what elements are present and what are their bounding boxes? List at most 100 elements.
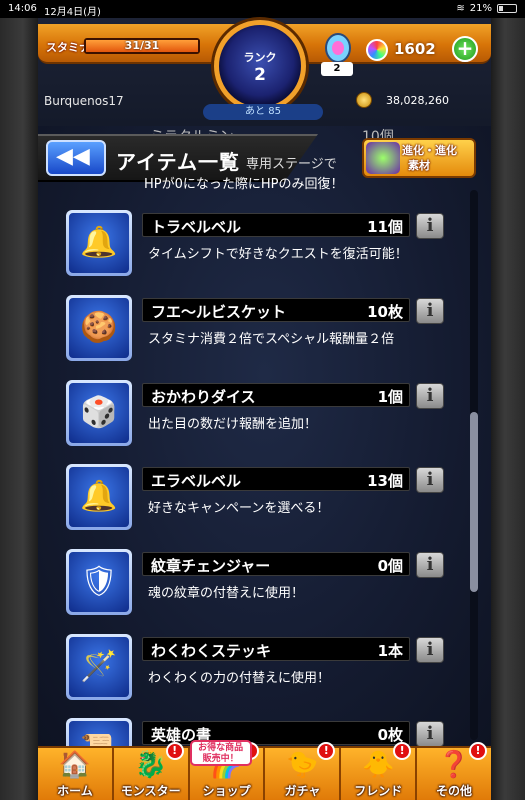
evolution-label-line2: 素材 [408, 159, 430, 172]
item-row-okawari-dice[interactable]: 🎲 おかわりダイス 1個 i 出た目の数だけ報酬を追加！ [66, 380, 450, 446]
ghost-item-desc-2: HPが0になった際にHPのみ回復！ [144, 177, 344, 192]
rank-label: ランク [243, 51, 277, 64]
item-name: 紋章チェンジャー [151, 557, 271, 575]
erabel-bell-icon: 🔔 [69, 467, 129, 527]
status-date: 12月4日(月) [44, 7, 101, 18]
coin-count: 38,028,260 [386, 94, 449, 107]
sale-tag-line1: お得な商品 [198, 743, 244, 753]
nav-other[interactable]: ❓ その他! [417, 742, 491, 800]
item-info-button[interactable]: i [416, 637, 444, 663]
nav-label: その他 [436, 784, 473, 798]
item-count: 0個 [377, 557, 403, 575]
exp-remaining: あと 85 [203, 104, 323, 120]
item-icon-frame[interactable]: 🎲 [66, 380, 132, 446]
battery-icon [497, 4, 517, 13]
crest-changer-icon: 🛡 [69, 552, 129, 612]
item-name-bar: 英雄の書 0枚 [142, 721, 410, 745]
item-count: 1個 [377, 388, 403, 406]
item-count: 11個 [367, 218, 403, 236]
alert-badge: ! [393, 742, 412, 760]
item-info-button[interactable]: i [416, 467, 444, 493]
item-description: 出た目の数だけ報酬を追加！ [148, 417, 318, 432]
egg-count: 2 [321, 62, 353, 76]
fuel-biscuit-icon: 🍪 [69, 298, 129, 358]
item-name-bar: エラベルベル 13個 [142, 467, 410, 491]
evolution-material-button[interactable]: 進化・進化 素材 [362, 138, 476, 178]
alert-badge: ! [317, 742, 336, 760]
item-row-travel-bell[interactable]: 🔔 トラベルベル 11個 i タイムシフトで好きなクエストを復活可能！ [66, 210, 450, 276]
item-name: トラベルベル [151, 218, 242, 236]
nav-label: ショップ [202, 784, 251, 798]
item-info-button[interactable]: i [416, 213, 444, 239]
nav-home[interactable]: 🏠 ホーム [38, 748, 114, 800]
stamina-bar: 31/31 [84, 38, 200, 54]
nav-label: ガチャ [284, 784, 321, 798]
nav-shop[interactable]: 🌈ショップ!お得な商品販売中！ [189, 740, 266, 800]
item-icon-frame[interactable]: 🔔 [66, 210, 132, 276]
status-bar: 14:06 12月4日(月) ≋ 21% [0, 0, 525, 18]
item-info-button[interactable]: i [416, 298, 444, 324]
sale-tag-line2: 販売中！ [202, 754, 239, 764]
item-icon-frame[interactable]: 🪄 [66, 634, 132, 700]
scrollbar-thumb[interactable] [470, 412, 478, 592]
nav-label: フレンド [354, 784, 403, 798]
evolution-label-line1: 進化・進化 [402, 144, 457, 157]
bottom-nav: 🏠 ホーム 🐉モンスター!🌈ショップ!お得な商品販売中！🐤ガチャ!🐥フレンド!❓その… [38, 740, 491, 800]
item-name-bar: フエ〜ルビスケット 10枚 [142, 298, 410, 322]
home-icon: 🏠 [58, 750, 92, 780]
item-row-erabel-bell[interactable]: 🔔 エラベルベル 13個 i 好きなキャンペーンを選べる！ [66, 464, 450, 530]
item-count: 10枚 [367, 303, 403, 321]
evolution-label: 進化・進化 素材 [402, 143, 457, 173]
status-time: 14:06 [8, 3, 37, 14]
back-arrow-icon: ◀◀ [56, 144, 90, 169]
buy-orb-button[interactable]: + [452, 36, 478, 62]
item-description: わくわくの力の付替えに使用！ [148, 671, 331, 686]
right-frame [491, 18, 525, 800]
item-description: 魂の紋章の付替えに使用！ [148, 586, 305, 601]
item-name: フエ〜ルビスケット [151, 303, 287, 321]
item-name-bar: おかわりダイス 1個 [142, 383, 410, 407]
alert-badge: ! [165, 742, 184, 760]
back-button[interactable]: ◀◀ [46, 140, 106, 176]
item-row-fuel-biscuit[interactable]: 🍪 フエ〜ルビスケット 10枚 i スタミナ消費２倍でスペシャル報酬量２倍 [66, 295, 450, 361]
status-right: ≋ 21% [456, 3, 517, 14]
left-frame [0, 18, 38, 800]
item-name-bar: トラベルベル 11個 [142, 213, 410, 237]
evolution-monster-icon [366, 142, 400, 174]
item-icon-frame[interactable]: 🛡 [66, 549, 132, 615]
item-row-wakuwaku-stick[interactable]: 🪄 わくわくステッキ 1本 i わくわくの力の付替えに使用！ [66, 634, 450, 700]
coin-icon [356, 92, 372, 108]
item-icon-frame[interactable]: 🍪 [66, 295, 132, 361]
item-info-button[interactable]: i [416, 383, 444, 409]
item-name-bar: 紋章チェンジャー 0個 [142, 552, 410, 576]
item-count: 13個 [367, 472, 403, 490]
rank-number: 2 [254, 65, 266, 85]
nav-friend[interactable]: 🐥 フレンド! [341, 742, 418, 800]
alert-badge: ! [468, 742, 487, 760]
item-description: タイムシフトで好きなクエストを復活可能！ [148, 247, 408, 262]
nav-gacha[interactable]: 🐤 ガチャ! [265, 742, 342, 800]
page-title: アイテム一覧 [116, 150, 240, 174]
wakuwaku-stick-icon: 🪄 [69, 637, 129, 697]
stamina-value: 31/31 [124, 39, 160, 52]
item-name: わくわくステッキ [151, 642, 272, 660]
nav-monster[interactable]: 🐉 モンスター! [114, 742, 190, 800]
rank-badge[interactable]: ランク 2 [214, 20, 306, 112]
item-description: 好きなキャンペーンを選べる！ [148, 501, 330, 516]
item-name: エラベルベル [151, 472, 242, 490]
orb-count: 1602 [394, 40, 436, 58]
okawari-dice-icon: 🎲 [69, 383, 129, 443]
item-info-button[interactable]: i [416, 721, 444, 747]
item-name-bar: わくわくステッキ 1本 [142, 637, 410, 661]
item-info-button[interactable]: i [416, 552, 444, 578]
item-icon-frame[interactable]: 🔔 [66, 464, 132, 530]
item-row-crest-changer[interactable]: 🛡 紋章チェンジャー 0個 i 魂の紋章の付替えに使用！ [66, 549, 450, 615]
wifi-icon: ≋ [456, 3, 465, 14]
battery-percent: 21% [469, 3, 492, 14]
top-hud: スタミナ 31/31 2 1602 + ランク 2 Burquenos17 あと… [38, 18, 491, 126]
item-description: スタミナ消費２倍でスペシャル報酬量２倍 [148, 332, 395, 347]
nav-label: ホーム [57, 784, 93, 798]
nav-label: モンスター [120, 784, 181, 798]
item-count: 1本 [377, 642, 403, 660]
travel-bell-icon: 🔔 [69, 213, 129, 273]
